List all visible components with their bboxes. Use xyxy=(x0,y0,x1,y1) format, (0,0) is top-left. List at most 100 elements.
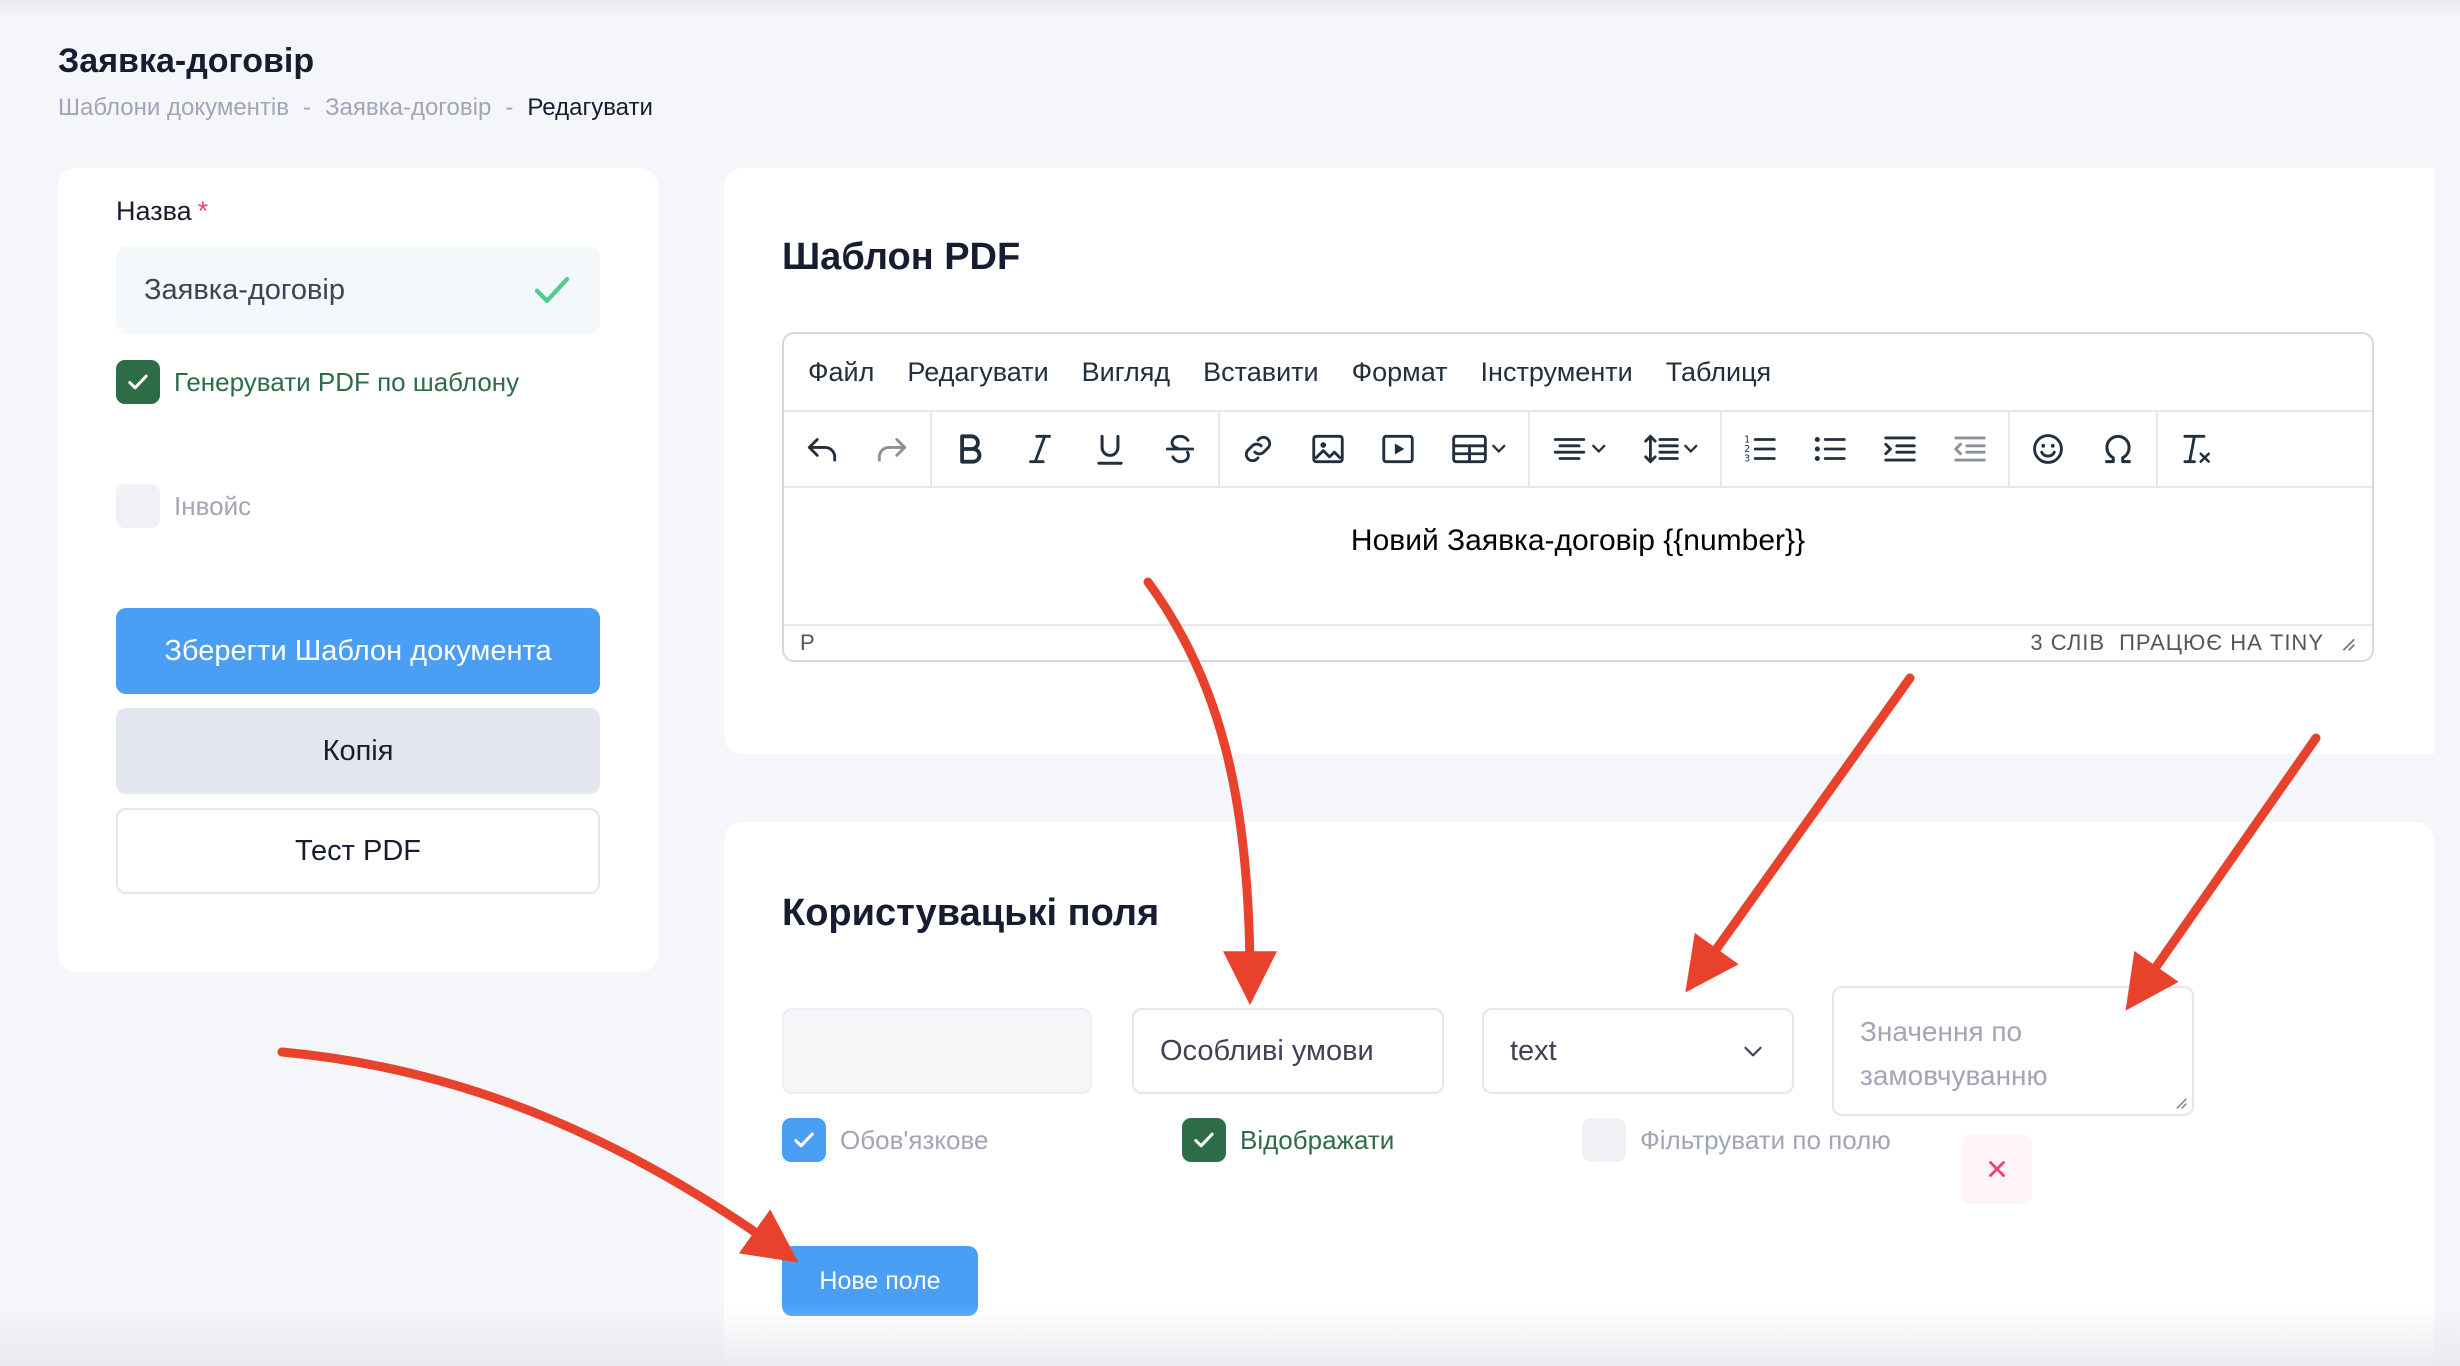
underline-icon xyxy=(1097,434,1123,465)
image-icon xyxy=(1312,434,1344,464)
bold-button[interactable] xyxy=(942,421,998,477)
line-height-button[interactable] xyxy=(1632,421,1710,477)
underline-button[interactable] xyxy=(1082,421,1138,477)
resize-grip-icon[interactable] xyxy=(2338,634,2356,652)
outdent-icon xyxy=(1954,436,1986,462)
copy-button[interactable]: Копія xyxy=(116,708,600,794)
custom-fields-title: Користувацькі поля xyxy=(782,892,1160,934)
required-label: Обов'язкове xyxy=(840,1124,989,1155)
redo-icon xyxy=(877,438,907,462)
chevron-down-icon xyxy=(1744,1046,1762,1057)
bullet-list-icon xyxy=(1814,436,1846,462)
numbered-list-icon: 123 xyxy=(1744,435,1776,465)
menu-file[interactable]: Файл xyxy=(808,357,874,388)
special-group xyxy=(2010,412,2158,486)
align-button[interactable] xyxy=(1540,421,1618,477)
breadcrumb-item-edit: Редагувати xyxy=(527,94,653,121)
media-icon xyxy=(1382,434,1414,464)
table-button[interactable] xyxy=(1440,421,1518,477)
field-type-select[interactable]: text xyxy=(1482,1008,1794,1094)
settings-card: Назва * Заявка-договір Генерувати PDF по … xyxy=(58,168,658,972)
menu-insert[interactable]: Вставити xyxy=(1203,357,1318,388)
display-checkbox[interactable] xyxy=(1182,1118,1226,1162)
powered-by[interactable]: ПРАЦЮЄ НА TINY xyxy=(2119,630,2324,656)
numbered-list-button[interactable]: 123 xyxy=(1732,421,1788,477)
breadcrumb-item-templates[interactable]: Шаблони документів xyxy=(58,94,289,122)
image-button[interactable] xyxy=(1300,421,1356,477)
list-group: 123 xyxy=(1722,412,2010,486)
breadcrumb-separator: - xyxy=(303,94,311,121)
display-label: Відображати xyxy=(1240,1124,1395,1155)
breadcrumb: Шаблони документів - Заявка-договір - Ре… xyxy=(58,94,653,122)
display-option: Відображати xyxy=(1182,1118,1394,1162)
italic-button[interactable] xyxy=(1012,421,1068,477)
save-template-button[interactable]: Зберегти Шаблон документа xyxy=(116,608,600,694)
required-mark: * xyxy=(197,196,209,226)
default-value-textarea[interactable]: Значення по замовчуванню xyxy=(1832,986,2194,1116)
editor-menubar: Файл Редагувати Вигляд Вставити Формат І… xyxy=(784,334,2372,410)
generate-pdf-checkbox[interactable] xyxy=(116,360,160,404)
rich-text-editor: Файл Редагувати Вигляд Вставити Формат І… xyxy=(782,332,2374,662)
table-icon xyxy=(1452,434,1506,464)
invoice-checkbox[interactable] xyxy=(116,484,160,528)
element-path[interactable]: P xyxy=(800,630,816,656)
delete-field-button[interactable] xyxy=(1962,1134,2032,1204)
page-title: Заявка-договір xyxy=(58,42,315,80)
required-checkbox[interactable] xyxy=(782,1118,826,1162)
breadcrumb-separator: - xyxy=(505,94,514,121)
menu-edit[interactable]: Редагувати xyxy=(907,357,1048,388)
clear-format-button[interactable] xyxy=(2168,421,2224,477)
resize-grip-icon[interactable] xyxy=(2172,1094,2188,1110)
field-name-input[interactable]: Особливі умови xyxy=(1132,1008,1444,1094)
name-input[interactable]: Заявка-договір xyxy=(116,246,600,334)
word-count[interactable]: 3 СЛІВ xyxy=(2030,630,2105,656)
name-input-value: Заявка-договір xyxy=(144,273,345,306)
history-group xyxy=(784,412,932,486)
link-icon xyxy=(1244,435,1272,463)
editor-content[interactable]: Новий Заявка-договір {{number}} xyxy=(784,488,2372,618)
name-label-text: Назва xyxy=(116,196,192,226)
new-field-button[interactable]: Нове поле xyxy=(782,1246,978,1316)
indent-button[interactable] xyxy=(1872,421,1928,477)
clear-group xyxy=(2158,412,2234,486)
generate-pdf-label: Генерувати PDF по шаблону xyxy=(174,366,520,397)
strikethrough-button[interactable] xyxy=(1152,421,1208,477)
indent-icon xyxy=(1884,436,1916,462)
editor-toolbar: 123 xyxy=(784,410,2372,488)
generate-pdf-option: Генерувати PDF по шаблону xyxy=(116,360,519,404)
filter-option: Фільтрувати по полю xyxy=(1582,1118,1891,1162)
undo-button[interactable] xyxy=(794,421,850,477)
menu-table[interactable]: Таблиця xyxy=(1666,357,1771,388)
special-char-icon xyxy=(2105,434,2131,464)
menu-tools[interactable]: Інструменти xyxy=(1481,357,1633,388)
checkmark-icon xyxy=(794,1132,814,1148)
emoticons-button[interactable] xyxy=(2020,421,2076,477)
filter-label: Фільтрувати по полю xyxy=(1640,1124,1891,1155)
link-button[interactable] xyxy=(1230,421,1286,477)
pdf-template-title: Шаблон PDF xyxy=(782,236,1021,278)
italic-icon xyxy=(1029,434,1051,464)
default-value-placeholder: Значення по замовчуванню xyxy=(1860,1016,2048,1091)
checkmark-icon xyxy=(128,374,148,390)
special-char-button[interactable] xyxy=(2090,421,2146,477)
menu-format[interactable]: Формат xyxy=(1352,357,1448,388)
pdf-template-card: Шаблон PDF Файл Редагувати Вигляд Встави… xyxy=(724,168,2434,754)
editor-content-text: Новий Заявка-договір {{number}} xyxy=(1350,524,1806,557)
filter-checkbox[interactable] xyxy=(1582,1118,1626,1162)
breadcrumb-item-document[interactable]: Заявка-договір xyxy=(325,94,491,122)
top-shade xyxy=(0,0,2460,18)
undo-icon xyxy=(807,438,837,462)
bold-icon xyxy=(960,434,982,464)
field-key-input[interactable] xyxy=(782,1008,1092,1094)
emoticons-icon xyxy=(2033,434,2063,464)
redo-button[interactable] xyxy=(864,421,920,477)
bullet-list-button[interactable] xyxy=(1802,421,1858,477)
alignment-group xyxy=(1530,412,1722,486)
test-pdf-button[interactable]: Тест PDF xyxy=(116,808,600,894)
media-button[interactable] xyxy=(1370,421,1426,477)
checkmark-icon xyxy=(1194,1132,1214,1148)
menu-view[interactable]: Вигляд xyxy=(1082,357,1170,388)
invoice-option: Інвойс xyxy=(116,484,251,528)
outdent-button[interactable] xyxy=(1942,421,1998,477)
strikethrough-icon xyxy=(1165,434,1195,464)
